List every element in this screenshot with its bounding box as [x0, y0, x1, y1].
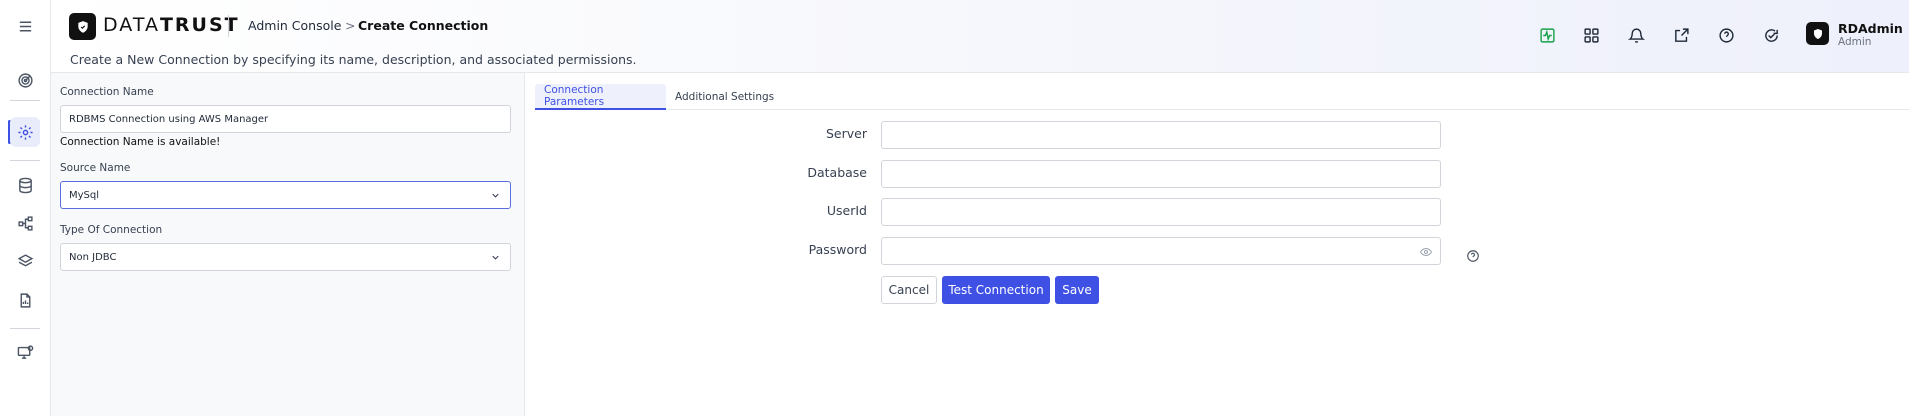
connection-form-panel: Connection Name RDBMS Connection using A… — [51, 73, 525, 416]
cancel-button[interactable]: Cancel — [881, 276, 937, 304]
target-icon[interactable] — [10, 65, 40, 95]
connection-type-value: Non JDBC — [69, 251, 117, 263]
password-label: Password — [808, 242, 867, 257]
menu-icon[interactable] — [10, 11, 40, 41]
connections-icon[interactable] — [10, 208, 40, 238]
bell-icon[interactable] — [1626, 25, 1646, 45]
sidebar — [0, 0, 51, 416]
settings-icon[interactable] — [10, 117, 40, 147]
report-icon[interactable] — [10, 285, 40, 315]
tab-bar: Connection Parameters Additional Setting… — [535, 84, 1909, 110]
connection-params-panel: Connection Parameters Additional Setting… — [525, 73, 1909, 416]
refresh-check-icon[interactable] — [1761, 25, 1781, 45]
external-link-icon[interactable] — [1671, 25, 1691, 45]
availability-message: Connection Name is available! — [60, 136, 221, 148]
connection-name-input[interactable]: RDBMS Connection using AWS Manager — [60, 105, 511, 133]
chevron-down-icon — [492, 255, 499, 260]
connection-name-value: RDBMS Connection using AWS Manager — [69, 113, 269, 125]
sidebar-divider — [10, 328, 40, 329]
database-input[interactable] — [881, 160, 1441, 188]
breadcrumb-current: Create Connection — [358, 18, 489, 33]
sidebar-divider — [10, 160, 40, 161]
monitor-icon[interactable] — [10, 337, 40, 367]
help-circle-icon[interactable] — [1716, 25, 1736, 45]
top-header: DATATRUST Admin Console > Create Connect… — [51, 0, 1909, 73]
user-role: Admin — [1838, 36, 1872, 48]
header-divider — [228, 15, 229, 37]
logo-icon — [69, 13, 96, 40]
connection-type-select[interactable]: Non JDBC — [60, 243, 511, 271]
grid-icon[interactable] — [1581, 25, 1601, 45]
chevron-down-icon — [492, 193, 499, 198]
brand-logo: DATATRUST — [103, 14, 240, 36]
sidebar-divider — [10, 100, 40, 101]
tab-additional-settings[interactable]: Additional Settings — [666, 84, 783, 110]
database-label: Database — [807, 165, 867, 180]
page-subtitle: Create a New Connection by specifying it… — [70, 52, 637, 67]
userid-label: UserId — [826, 203, 867, 218]
server-input[interactable] — [881, 121, 1441, 149]
password-help-icon[interactable] — [1466, 249, 1480, 263]
test-connection-button[interactable]: Test Connection — [942, 276, 1050, 304]
source-name-value: MySql — [69, 189, 100, 201]
connection-type-label: Type Of Connection — [60, 224, 163, 236]
source-name-label: Source Name — [60, 162, 131, 174]
breadcrumb-separator: > — [345, 18, 356, 33]
eye-icon[interactable] — [1420, 246, 1432, 258]
connection-name-label: Connection Name — [60, 86, 154, 98]
database-icon[interactable] — [10, 170, 40, 200]
save-button[interactable]: Save — [1055, 276, 1099, 304]
layers-icon[interactable] — [10, 246, 40, 276]
avatar[interactable] — [1806, 22, 1829, 45]
server-label: Server — [826, 126, 867, 141]
user-name[interactable]: RDAdmin — [1838, 21, 1903, 36]
activity-icon[interactable] — [1537, 25, 1557, 45]
source-name-select[interactable]: MySql — [60, 181, 511, 209]
password-input[interactable] — [881, 237, 1441, 265]
tab-connection-parameters[interactable]: Connection Parameters — [535, 84, 666, 110]
breadcrumb-admin-console[interactable]: Admin Console — [248, 18, 341, 33]
userid-input[interactable] — [881, 198, 1441, 226]
